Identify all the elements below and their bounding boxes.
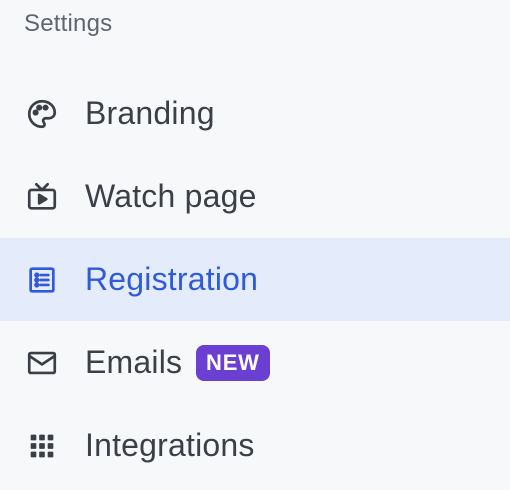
sidebar-item-branding[interactable]: Branding	[0, 72, 510, 155]
mail-icon	[24, 345, 60, 381]
palette-icon	[24, 96, 60, 132]
sidebar-item-label: Registration	[85, 261, 259, 297]
grid-icon	[24, 428, 60, 464]
sidebar-item-watch-page[interactable]: Watch page	[0, 155, 510, 238]
sidebar-item-label: Watch page	[85, 178, 257, 214]
sidebar-item-integrations[interactable]: Integrations	[0, 404, 510, 487]
new-badge: NEW	[196, 345, 270, 381]
sidebar-item-label: Emails	[85, 344, 183, 380]
sidebar-item-label: Branding	[85, 95, 215, 131]
sidebar-item-label: Integrations	[85, 427, 255, 463]
settings-nav: Branding Watch page Registration Emails …	[0, 72, 510, 487]
list-icon	[24, 262, 60, 298]
settings-title: Settings	[24, 10, 113, 37]
tv-icon	[24, 179, 60, 215]
sidebar-item-emails[interactable]: Emails NEW	[0, 321, 510, 404]
sidebar-item-registration[interactable]: Registration	[0, 238, 510, 321]
settings-panel: Settings Branding Watch page Registratio…	[0, 0, 510, 490]
